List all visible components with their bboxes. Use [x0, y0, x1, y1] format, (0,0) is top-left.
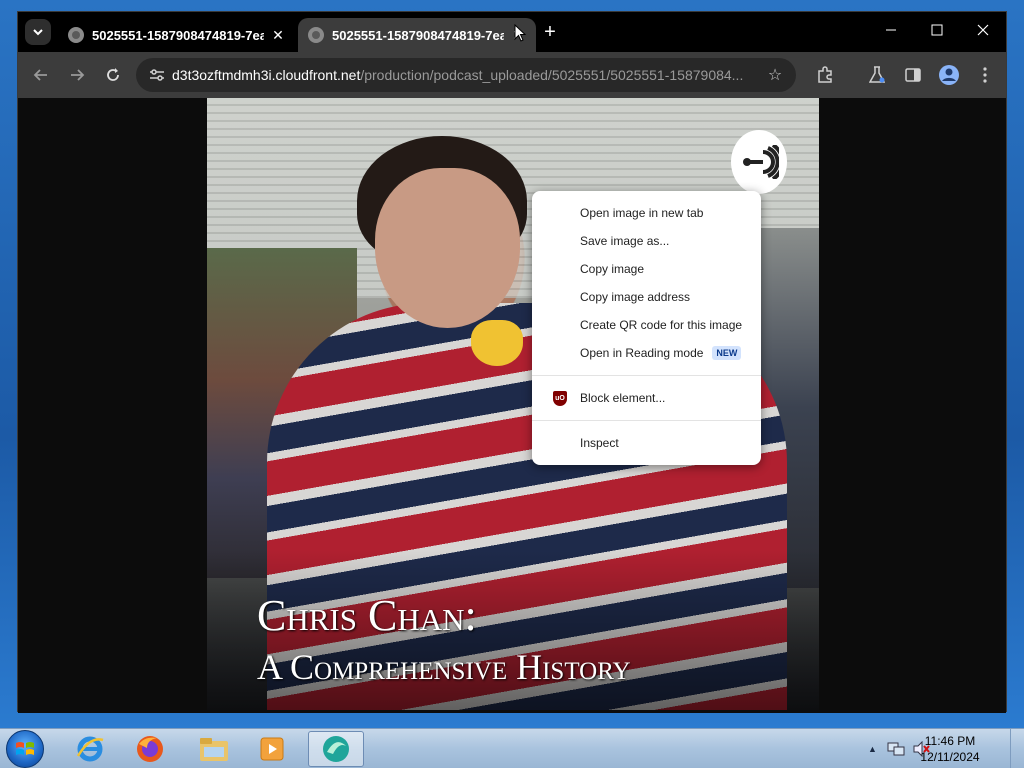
character-pin: [471, 320, 523, 366]
url-host: d3t3ozftmdmh3i.cloudfront.net: [172, 67, 361, 83]
ublock-origin-icon: uO: [553, 391, 567, 406]
extensions-button[interactable]: [812, 62, 838, 88]
window-close-button[interactable]: [960, 12, 1006, 48]
flask-icon: [869, 66, 885, 83]
chevron-down-icon: [33, 29, 43, 36]
menu-item-label: Save image as...: [580, 234, 670, 248]
tab-title: 5025551-1587908474819-7ea: [332, 27, 504, 43]
menu-button[interactable]: [972, 62, 998, 88]
internet-explorer-icon: [76, 736, 104, 762]
maximize-icon: [931, 24, 943, 36]
windows-logo-icon: [16, 742, 34, 755]
menu-item-create-qr-code[interactable]: Create QR code for this image: [532, 311, 761, 339]
media-player-icon: [260, 737, 284, 761]
menu-item-label: Copy image: [580, 262, 645, 276]
browser-app-icon: [323, 736, 349, 762]
maximize-button[interactable]: [914, 12, 960, 48]
arrow-left-icon: [33, 69, 47, 81]
address-bar[interactable]: d3t3ozftmdmh3i.cloudfront.net/production…: [136, 58, 796, 92]
tab-strip: 5025551-1587908474819-7ea ✕ 5025551-1587…: [18, 12, 1006, 52]
new-badge: NEW: [712, 346, 742, 360]
tab-title: 5025551-1587908474819-7ea: [92, 27, 264, 43]
url-path: /production/podcast_uploaded/5025551/502…: [360, 67, 744, 83]
taskbar-firefox[interactable]: [122, 731, 178, 767]
start-button[interactable]: [6, 730, 44, 768]
file-explorer-icon: [200, 738, 228, 761]
minimize-button[interactable]: [868, 12, 914, 48]
menu-item-label: Open image in new tab: [580, 206, 704, 220]
page-content: Chris Chan: A Comprehensive History: [18, 98, 1006, 713]
url-text: d3t3ozftmdmh3i.cloudfront.net/production…: [172, 67, 760, 83]
reload-icon: [107, 68, 119, 81]
taskbar-file-explorer[interactable]: [186, 731, 242, 767]
globe-icon: [308, 27, 324, 43]
clock-date: 12/11/2024: [920, 750, 980, 764]
menu-item-copy-image[interactable]: Copy image: [532, 255, 761, 283]
menu-separator: [532, 420, 761, 421]
mouse-cursor-icon: [514, 24, 526, 42]
globe-icon: [68, 27, 84, 43]
close-icon: [977, 24, 989, 36]
menu-item-block-element[interactable]: uO Block element...: [532, 384, 761, 412]
menu-item-open-image-new-tab[interactable]: Open image in new tab: [532, 199, 761, 227]
menu-item-label: Copy image address: [580, 290, 691, 304]
side-panel-icon: [905, 68, 921, 82]
arrow-right-icon: [71, 69, 85, 81]
menu-item-label: Create QR code for this image: [580, 318, 743, 332]
context-menu: Open image in new tab Save image as... C…: [532, 191, 761, 465]
show-desktop-button[interactable]: [1010, 729, 1024, 768]
browser-toolbar: d3t3ozftmdmh3i.cloudfront.net/production…: [18, 52, 1006, 98]
cover-title-line1: Chris Chan:: [257, 591, 477, 640]
profile-button[interactable]: [936, 62, 962, 88]
menu-item-inspect[interactable]: Inspect: [532, 429, 761, 457]
browser-window: 5025551-1587908474819-7ea ✕ 5025551-1587…: [17, 11, 1007, 713]
tab-2[interactable]: 5025551-1587908474819-7ea ✕: [298, 18, 536, 52]
face: [375, 168, 520, 328]
forward-button[interactable]: [64, 62, 90, 88]
clock-time: 11:46 PM: [924, 734, 976, 748]
new-tab-button[interactable]: +: [538, 20, 562, 44]
menu-item-copy-image-address[interactable]: Copy image address: [532, 283, 761, 311]
cover-title-line2: A Comprehensive History: [257, 647, 631, 687]
tab-search-button[interactable]: [25, 19, 51, 45]
side-panel-button[interactable]: [900, 62, 926, 88]
menu-item-label: Open in Reading mode: [580, 346, 704, 360]
taskbar: ▲ 11:46 PM 12/11/2024: [0, 728, 1024, 768]
close-icon[interactable]: ✕: [270, 27, 286, 43]
firefox-icon: [137, 736, 163, 762]
labs-button[interactable]: [864, 62, 890, 88]
menu-item-label: Block element...: [580, 391, 666, 405]
taskbar-media-player[interactable]: [244, 731, 300, 767]
menu-separator: [532, 375, 761, 376]
taskbar-browser[interactable]: [308, 731, 364, 767]
menu-item-open-reading-mode[interactable]: Open in Reading mode NEW: [532, 339, 761, 367]
menu-item-label: Inspect: [580, 436, 619, 450]
bookmark-star-icon[interactable]: ☆: [760, 60, 790, 90]
taskbar-clock[interactable]: 11:46 PM 12/11/2024: [910, 733, 990, 765]
anchor-logo-icon: [731, 130, 787, 194]
site-info-icon[interactable]: [142, 60, 172, 90]
tray-overflow-icon[interactable]: ▲: [868, 744, 877, 754]
avatar-icon: [939, 65, 959, 85]
more-vertical-icon: [983, 67, 987, 83]
back-button[interactable]: [28, 62, 54, 88]
tab-1[interactable]: 5025551-1587908474819-7ea ✕: [58, 18, 296, 52]
reload-button[interactable]: [100, 62, 126, 88]
minimize-icon: [886, 29, 896, 31]
puzzle-icon: [818, 66, 832, 83]
network-icon[interactable]: [887, 741, 905, 757]
taskbar-internet-explorer[interactable]: [62, 731, 118, 767]
menu-item-save-image-as[interactable]: Save image as...: [532, 227, 761, 255]
